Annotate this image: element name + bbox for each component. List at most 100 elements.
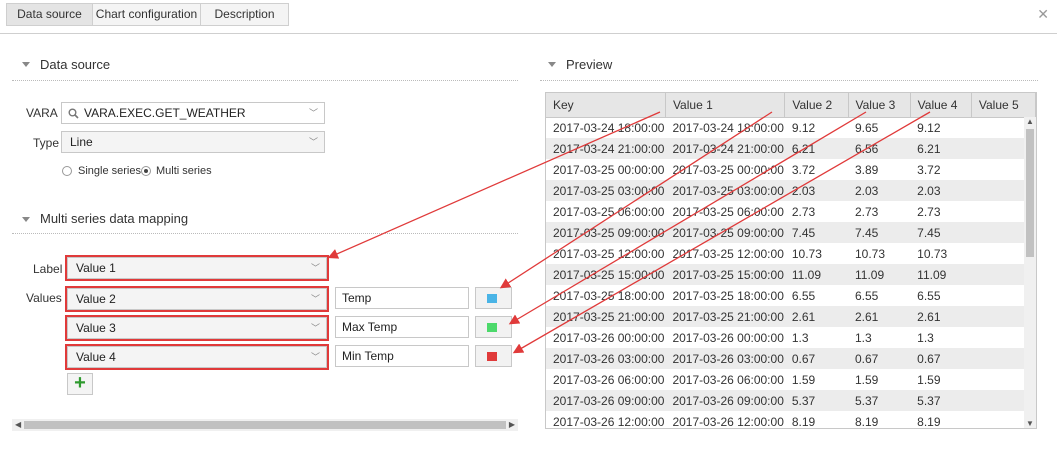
close-icon[interactable]: ✕ — [1037, 6, 1049, 23]
preview-section-title: Preview — [566, 57, 613, 72]
table-cell: 2017-03-25 12:00:00 — [553, 246, 665, 261]
color-picker-1[interactable] — [475, 287, 512, 309]
value-select-1[interactable]: Value 2 ﹀ — [65, 286, 329, 312]
label-select[interactable]: Value 1 ﹀ — [65, 255, 329, 281]
table-row[interactable]: 2017-03-24 18:00:00 2017-03-24 18:00:00 9.… — [546, 117, 1036, 138]
add-series-button[interactable]: + — [67, 373, 93, 395]
column-header-value-3[interactable]: Value 3 — [848, 93, 911, 118]
table-row[interactable]: 2017-03-24 21:00:00 2017-03-24 21:00:00 6.… — [546, 138, 1036, 159]
series-name-input-1[interactable]: Temp — [335, 287, 469, 309]
table-row[interactable]: 2017-03-25 00:00:00 2017-03-25 00:00:00 3.… — [546, 159, 1036, 180]
table-cell: 2017-03-25 09:00:00 — [665, 222, 785, 243]
table-cell: 2017-03-26 00:00:00 — [672, 330, 784, 345]
preview-table: Key Value 1 Value 2 Value 3 Value 4 Valu… — [545, 92, 1037, 429]
series-name-input-3[interactable]: Min Temp — [335, 345, 469, 367]
table-cell: 1.3 — [917, 330, 934, 345]
table-cell: 6.21 — [784, 138, 848, 159]
table-row[interactable]: 2017-03-25 15:00:00 2017-03-25 15:00:00 11… — [546, 264, 1036, 285]
table-row[interactable]: 2017-03-26 03:00:00 2017-03-26 03:00:00 0.… — [546, 348, 1036, 369]
scroll-left-icon[interactable]: ◀ — [15, 419, 21, 431]
table-row[interactable]: 2017-03-25 21:00:00 2017-03-25 21:00:00 2.… — [546, 306, 1036, 327]
table-cell: 6.21 — [910, 138, 972, 159]
table-cell: 2.61 — [848, 306, 911, 327]
column-header-key[interactable]: Key — [546, 93, 666, 118]
color-picker-2[interactable] — [475, 316, 512, 338]
table-cell: 6.56 — [848, 138, 911, 159]
type-select-value: Line — [70, 135, 93, 149]
column-header-value-5[interactable]: Value 5 — [971, 93, 1036, 118]
series-name-input-2[interactable]: Max Temp — [335, 316, 469, 338]
collapse-triangle-icon[interactable] — [22, 217, 30, 222]
table-cell: 3.72 — [917, 162, 941, 177]
table-row[interactable]: 2017-03-25 12:00:00 2017-03-25 12:00:00 10… — [546, 243, 1036, 264]
table-row[interactable]: 2017-03-26 12:00:00 2017-03-26 12:00:00 8.… — [546, 411, 1036, 429]
color-picker-3[interactable] — [475, 345, 512, 367]
table-cell: 2017-03-25 00:00:00 — [672, 162, 784, 177]
table-cell: 2.03 — [784, 180, 848, 201]
table-cell: 2.03 — [910, 180, 972, 201]
type-select[interactable]: Line ﹀ — [61, 131, 325, 153]
vara-select-value: VARA.EXEC.GET_WEATHER — [84, 106, 246, 120]
table-cell: 0.67 — [910, 348, 972, 369]
divider — [540, 80, 1038, 81]
vertical-scrollbar[interactable]: ▲ ▼ — [1024, 117, 1036, 428]
table-row[interactable]: 2017-03-25 06:00:00 2017-03-25 06:00:00 2.… — [546, 201, 1036, 222]
single-series-radio[interactable] — [62, 166, 72, 176]
table-cell: 6.55 — [917, 288, 941, 303]
table-cell: 2017-03-25 21:00:00 — [665, 306, 785, 327]
table-cell: 2017-03-24 21:00:00 — [665, 138, 785, 159]
table-cell: 6.55 — [791, 288, 816, 303]
table-row[interactable]: 2017-03-26 06:00:00 2017-03-26 06:00:00 1.… — [546, 369, 1036, 390]
mapping-section-title: Multi series data mapping — [40, 211, 189, 226]
scroll-right-icon[interactable]: ▶ — [509, 419, 515, 431]
table-cell: 1.3 — [855, 330, 872, 345]
table-cell: 2017-03-25 18:00:00 — [553, 288, 665, 303]
table-row[interactable]: 2017-03-26 00:00:00 2017-03-26 00:00:00 1.… — [546, 327, 1036, 348]
values-label: Values — [26, 291, 62, 305]
table-cell: 10.73 — [855, 246, 886, 261]
table-cell: 2017-03-26 03:00:00 — [665, 348, 785, 369]
table-cell: 9.12 — [791, 120, 816, 135]
column-header-value-1[interactable]: Value 1 — [665, 93, 786, 118]
tab-bar: Data source Chart configuration Descript… — [0, 0, 1057, 34]
collapse-triangle-icon[interactable] — [548, 62, 556, 67]
table-cell: 2017-03-26 03:00:00 — [546, 348, 666, 369]
scroll-up-icon[interactable]: ▲ — [1026, 117, 1034, 126]
table-cell: 11.09 — [848, 264, 911, 285]
tab-chart-configuration[interactable]: Chart configuration — [92, 3, 201, 26]
scroll-thumb[interactable] — [24, 421, 506, 429]
table-cell: 1.59 — [791, 372, 816, 387]
table-cell: 8.19 — [791, 414, 816, 429]
horizontal-scrollbar[interactable]: ◀ ▶ — [12, 419, 518, 431]
column-header-value-4[interactable]: Value 4 — [910, 93, 972, 118]
table-row[interactable]: 2017-03-25 03:00:00 2017-03-25 03:00:00 2.… — [546, 180, 1036, 201]
multi-series-radio[interactable] — [141, 166, 151, 176]
table-cell: 2.73 — [855, 204, 879, 219]
table-cell: 5.37 — [848, 390, 911, 411]
table-cell: 7.45 — [784, 222, 848, 243]
value-select-3[interactable]: Value 4 ﹀ — [65, 344, 329, 370]
table-cell: 0.67 — [784, 348, 848, 369]
table-cell: 5.37 — [910, 390, 972, 411]
scroll-down-icon[interactable]: ▼ — [1026, 419, 1034, 428]
table-cell: 2017-03-24 21:00:00 — [546, 138, 666, 159]
table-row[interactable]: 2017-03-25 18:00:00 2017-03-25 18:00:00 6.… — [546, 285, 1036, 306]
type-label: Type — [33, 136, 60, 150]
value-select-2[interactable]: Value 3 ﹀ — [65, 315, 329, 341]
value-select-1-value: Value 2 — [76, 292, 116, 306]
table-cell: 2017-03-25 06:00:00 — [553, 204, 665, 219]
collapse-triangle-icon[interactable] — [22, 62, 30, 67]
multi-series-label: Multi series — [156, 165, 212, 177]
tab-data-source[interactable]: Data source — [6, 3, 93, 26]
table-cell: 11.09 — [910, 264, 972, 285]
color-swatch — [487, 294, 497, 303]
scroll-thumb[interactable] — [1026, 129, 1034, 257]
table-cell: 7.45 — [910, 222, 972, 243]
table-row[interactable]: 2017-03-25 09:00:00 2017-03-25 09:00:00 7.… — [546, 222, 1036, 243]
table-cell: 10.73 — [791, 246, 822, 261]
vara-select[interactable]: VARA.EXEC.GET_WEATHER ﹀ — [61, 102, 325, 124]
column-header-value-2[interactable]: Value 2 — [784, 93, 849, 118]
table-row[interactable]: 2017-03-26 09:00:00 2017-03-26 09:00:00 5.… — [546, 390, 1036, 411]
tab-description[interactable]: Description — [200, 3, 289, 26]
table-cell: 10.73 — [917, 246, 948, 261]
